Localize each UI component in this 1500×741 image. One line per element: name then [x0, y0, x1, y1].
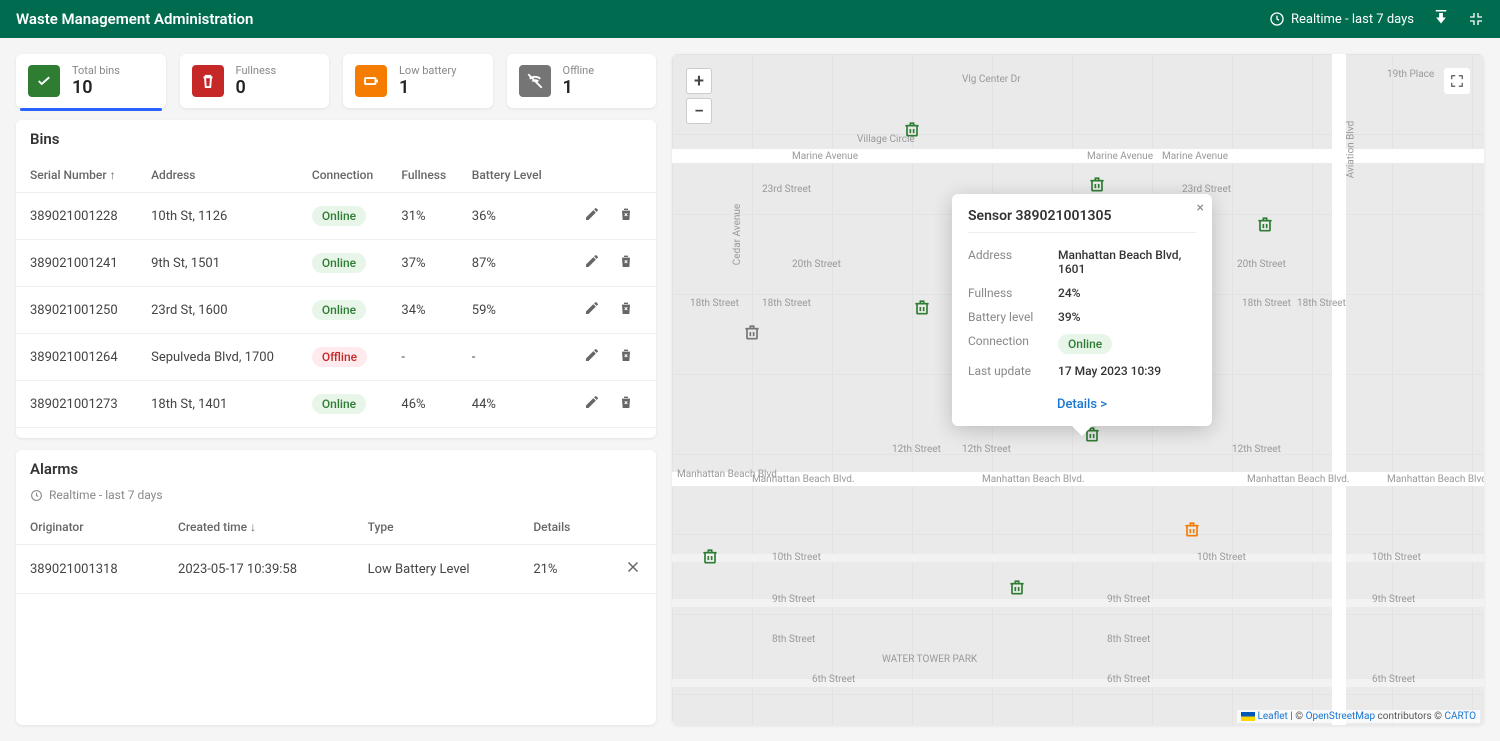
- table-row[interactable]: 389021001228 10th St, 1126 Online 31% 36…: [16, 193, 656, 240]
- fullscreen-exit-button[interactable]: [1468, 11, 1484, 27]
- edit-button[interactable]: [584, 206, 600, 226]
- alarms-subtitle: Realtime - last 7 days: [49, 488, 163, 502]
- popup-close-button[interactable]: ×: [1197, 200, 1204, 216]
- alarms-table: Originator Created time↓ Type Details 38…: [16, 510, 656, 594]
- bin-marker[interactable]: [1087, 174, 1107, 194]
- page-title: Waste Management Administration: [16, 10, 1269, 28]
- bin-marker[interactable]: [700, 546, 720, 566]
- delete-button[interactable]: [618, 253, 634, 273]
- gear-icon: [536, 461, 552, 477]
- fullscreen-button[interactable]: [626, 131, 642, 147]
- dismiss-button[interactable]: [624, 565, 642, 580]
- table-row[interactable]: 389021001273 18th St, 1401 Online 46% 44…: [16, 381, 656, 428]
- col-serial[interactable]: Serial Number↑: [16, 158, 143, 193]
- bin-marker[interactable]: [912, 297, 932, 317]
- delete-button[interactable]: [618, 206, 634, 226]
- fullscreen-button[interactable]: [626, 461, 642, 477]
- check-icon: [28, 65, 60, 97]
- bins-table: Serial Number↑ Address Connection Fullne…: [16, 158, 656, 438]
- expand-icon: [1450, 74, 1464, 88]
- filter-icon: [596, 461, 612, 477]
- edit-button[interactable]: [584, 394, 600, 414]
- filter-button[interactable]: [596, 461, 612, 477]
- col-connection[interactable]: Connection: [304, 158, 394, 193]
- delete-button[interactable]: [618, 300, 634, 320]
- status-badge: Online: [312, 253, 366, 273]
- bin-marker[interactable]: [742, 322, 762, 342]
- edit-button[interactable]: [584, 347, 600, 367]
- search-button[interactable]: [566, 461, 582, 477]
- expand-icon: [626, 461, 642, 477]
- col-address[interactable]: Address: [143, 158, 304, 193]
- battery-icon: [355, 65, 387, 97]
- col-fullness[interactable]: Fullness: [393, 158, 463, 193]
- details-link[interactable]: Details >: [1057, 397, 1107, 412]
- edit-button[interactable]: [584, 300, 600, 320]
- sort-asc-icon: ↑: [110, 168, 116, 182]
- sensor-popup: × Sensor 389021001305 AddressManhattan B…: [952, 194, 1212, 426]
- col-created[interactable]: Created time↓: [170, 510, 360, 545]
- time-range-selector[interactable]: Realtime - last 7 days: [1269, 11, 1414, 27]
- minimize-icon: [1468, 11, 1484, 27]
- table-row[interactable]: 389021001250 23rd St, 1600 Online 34% 59…: [16, 287, 656, 334]
- bin-marker[interactable]: [1255, 214, 1275, 234]
- bin-marker[interactable]: [902, 119, 922, 139]
- edit-button[interactable]: [584, 253, 600, 273]
- expand-icon: [626, 131, 642, 147]
- search-icon: [596, 131, 612, 147]
- status-badge: Online: [312, 206, 366, 226]
- alarms-panel: Alarms Realtime - last 7 days Originator…: [16, 450, 656, 725]
- stat-card-low-battery[interactable]: Low battery1: [343, 54, 493, 108]
- stat-card-fullness[interactable]: Fullness0: [180, 54, 330, 108]
- delete-button[interactable]: [618, 394, 634, 414]
- download-button[interactable]: [1432, 10, 1450, 28]
- col-originator[interactable]: Originator: [16, 510, 170, 545]
- status-badge: Online: [1058, 334, 1112, 354]
- bins-title: Bins: [30, 130, 566, 148]
- map-fullscreen-button[interactable]: [1444, 68, 1470, 94]
- col-type[interactable]: Type: [360, 510, 526, 545]
- map[interactable]: Marine Avenue Marine Avenue Marine Avenu…: [672, 54, 1484, 725]
- alarms-title: Alarms: [30, 460, 536, 478]
- clock-icon: [30, 489, 43, 502]
- popup-title: Sensor 389021001305: [968, 208, 1196, 233]
- search-icon: [566, 461, 582, 477]
- bin-marker[interactable]: [1182, 519, 1202, 539]
- clock-icon: [1269, 11, 1285, 27]
- col-battery[interactable]: Battery Level: [464, 158, 564, 193]
- status-badge: Online: [312, 300, 366, 320]
- bin-marker[interactable]: [1007, 577, 1027, 597]
- download-icon: [1432, 10, 1450, 28]
- status-badge: Offline: [312, 347, 367, 367]
- plus-icon: [566, 131, 582, 147]
- col-details[interactable]: Details: [525, 510, 599, 545]
- delete-button[interactable]: [618, 347, 634, 367]
- stat-card-total-bins[interactable]: Total bins10: [16, 54, 166, 108]
- wifi-off-icon: [519, 65, 551, 97]
- trash-icon: [192, 65, 224, 97]
- status-badge: Online: [312, 394, 366, 414]
- search-button[interactable]: [596, 131, 612, 147]
- settings-button[interactable]: [536, 461, 552, 477]
- zoom-in-button[interactable]: +: [686, 68, 712, 94]
- table-row[interactable]: 389021001241 9th St, 1501 Online 37% 87%: [16, 240, 656, 287]
- table-row[interactable]: 389021001318 2023-05-17 10:39:58 Low Bat…: [16, 545, 656, 594]
- table-row[interactable]: 389021001291 Oak Avenue, 2304 Online 14%…: [16, 428, 656, 439]
- stat-card-offline[interactable]: Offline1: [507, 54, 657, 108]
- zoom-out-button[interactable]: −: [686, 98, 712, 124]
- map-attribution: Leaflet | © OpenStreetMap contributors ©…: [1237, 710, 1480, 723]
- bins-panel: Bins Serial Number↑ Address Connection F…: [16, 120, 656, 438]
- sort-desc-icon: ↓: [250, 520, 256, 534]
- add-button[interactable]: [566, 131, 582, 147]
- table-row[interactable]: 389021001264 Sepulveda Blvd, 1700 Offlin…: [16, 334, 656, 381]
